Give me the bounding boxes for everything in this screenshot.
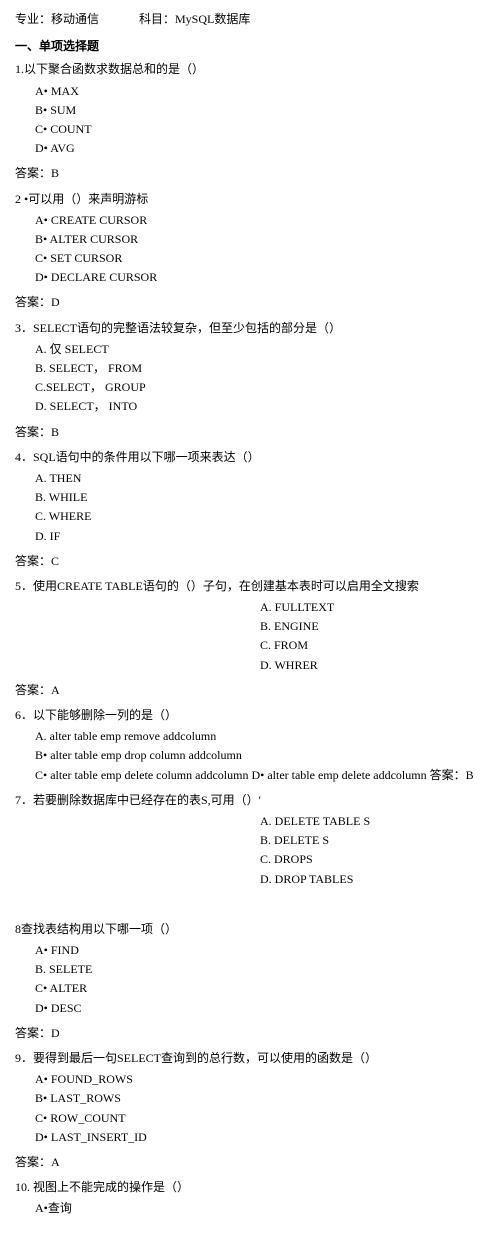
question-9-text: 9．要得到最后一句SELECT查询到的总行数，可以使用的函数是（） <box>15 1049 485 1068</box>
option-7b: B. DELETE S <box>260 831 485 850</box>
question-3-options: A. 仅 SELECT B. SELECT， FROM C.SELECT， GR… <box>35 340 485 417</box>
option-9b: B• LAST_ROWS <box>35 1089 485 1108</box>
option-5b: B. ENGINE <box>260 617 485 636</box>
option-4b: B. WHILE <box>35 488 485 507</box>
answer-9: 答案：A <box>15 1153 485 1172</box>
option-9c: C• ROW_COUNT <box>35 1109 485 1128</box>
option-7d: D. DROP TABLES <box>260 870 485 889</box>
question-8-text: 8查找表结构用以下哪一项（） <box>15 920 485 939</box>
question-5-options: A. FULLTEXT B. ENGINE C. FROM D. WHRER <box>35 598 485 675</box>
question-6-options: A. alter table emp remove addcolumn B• a… <box>35 727 485 785</box>
answer-3: 答案：B <box>15 423 485 442</box>
option-8a: A• FIND <box>35 941 485 960</box>
option-8c: C• ALTER <box>35 979 485 998</box>
option-3d: D. SELECT， INTO <box>35 397 485 416</box>
question-8-options: A• FIND B. SELETE C• ALTER D• DESC <box>35 941 485 1018</box>
question-4-text: 4．SQL语句中的条件用以下哪一项来表达（） <box>15 448 485 467</box>
answer-7-blank <box>15 895 485 914</box>
answer-1: 答案：B <box>15 164 485 183</box>
question-4-options: A. THEN B. WHILE C. WHERE D. IF <box>35 469 485 546</box>
section-title: 一、单项选择题 <box>15 37 485 56</box>
option-6a: A. alter table emp remove addcolumn <box>35 727 485 746</box>
option-5c: C. FROM <box>260 636 485 655</box>
answer-4: 答案：C <box>15 552 485 571</box>
option-2b: B• ALTER CURSOR <box>35 230 485 249</box>
question-7-text: 7．若要删除数据库中已经存在的表S,可用（）' <box>15 791 485 810</box>
q5-options-list: A. FULLTEXT B. ENGINE C. FROM D. WHRER <box>260 598 485 675</box>
option-9d: D• LAST_INSERT_ID <box>35 1128 485 1147</box>
option-9a: A• FOUND_ROWS <box>35 1070 485 1089</box>
question-2-text: 2 •可以用（）来声明游标 <box>15 190 485 209</box>
answer-8: 答案：D <box>15 1024 485 1043</box>
answer-2: 答案：D <box>15 293 485 312</box>
option-3a: A. 仅 SELECT <box>35 340 485 359</box>
question-3-text: 3．SELECT语句的完整语法较复杂，但至少包括的部分是（） <box>15 319 485 338</box>
option-4c: C. WHERE <box>35 507 485 526</box>
header-major: 专业：移动通信 <box>15 10 99 29</box>
header: 专业：移动通信 科目：MySQL数据库 <box>15 10 485 29</box>
option-8b: B. SELETE <box>35 960 485 979</box>
question-3: 3．SELECT语句的完整语法较复杂，但至少包括的部分是（） A. 仅 SELE… <box>15 319 485 417</box>
question-10-options: A•查询 <box>35 1199 485 1218</box>
q7-options-list: A. DELETE TABLE S B. DELETE S C. DROPS D… <box>260 812 485 889</box>
question-9-options: A• FOUND_ROWS B• LAST_ROWS C• ROW_COUNT … <box>35 1070 485 1147</box>
option-2a: A• CREATE CURSOR <box>35 211 485 230</box>
question-4: 4．SQL语句中的条件用以下哪一项来表达（） A. THEN B. WHILE … <box>15 448 485 546</box>
option-2d: D• DECLARE CURSOR <box>35 268 485 287</box>
question-7-options: A. DELETE TABLE S B. DELETE S C. DROPS D… <box>35 812 485 889</box>
option-7c: C. DROPS <box>260 850 485 869</box>
question-10: 10. 视图上不能完成的操作是（） A•查询 <box>15 1178 485 1218</box>
question-9: 9．要得到最后一句SELECT查询到的总行数，可以使用的函数是（） A• FOU… <box>15 1049 485 1147</box>
question-1-text: 1.以下聚合函数求数据总和的是（） <box>15 60 485 79</box>
question-10-text: 10. 视图上不能完成的操作是（） <box>15 1178 485 1197</box>
q5-options-spacer <box>35 598 260 675</box>
question-5-text: 5．使用CREATE TABLE语句的（）子句，在创建基本表时可以启用全文搜索 <box>15 577 485 596</box>
question-7: 7．若要删除数据库中已经存在的表S,可用（）' A. DELETE TABLE … <box>15 791 485 889</box>
option-5d: D. WHRER <box>260 656 485 675</box>
option-5a: A. FULLTEXT <box>260 598 485 617</box>
question-5: 5．使用CREATE TABLE语句的（）子句，在创建基本表时可以启用全文搜索 … <box>15 577 485 675</box>
question-1: 1.以下聚合函数求数据总和的是（） A• MAX B• SUM C• COUNT… <box>15 60 485 158</box>
question-8: 8查找表结构用以下哪一项（） A• FIND B. SELETE C• ALTE… <box>15 920 485 1018</box>
option-6b: B• alter table emp drop column addcolumn <box>35 746 485 765</box>
question-2: 2 •可以用（）来声明游标 A• CREATE CURSOR B• ALTER … <box>15 190 485 288</box>
q7-spacer <box>35 812 260 889</box>
question-2-options: A• CREATE CURSOR B• ALTER CURSOR C• SET … <box>35 211 485 288</box>
option-6c: C• alter table emp delete column addcolu… <box>35 766 485 785</box>
option-1b: B• SUM <box>35 101 485 120</box>
answer-5: 答案：A <box>15 681 485 700</box>
option-1a: A• MAX <box>35 82 485 101</box>
option-8d: D• DESC <box>35 999 485 1018</box>
question-6-text: 6．以下能够删除一列的是（） <box>15 706 485 725</box>
option-3b: B. SELECT， FROM <box>35 359 485 378</box>
question-6: 6．以下能够删除一列的是（） A. alter table emp remove… <box>15 706 485 785</box>
option-10a: A•查询 <box>35 1199 485 1218</box>
option-4d: D. IF <box>35 527 485 546</box>
option-1d: D• AVG <box>35 139 485 158</box>
option-1c: C• COUNT <box>35 120 485 139</box>
question-1-options: A• MAX B• SUM C• COUNT D• AVG <box>35 82 485 159</box>
option-4a: A. THEN <box>35 469 485 488</box>
option-7a: A. DELETE TABLE S <box>260 812 485 831</box>
header-subject: 科目：MySQL数据库 <box>139 10 250 29</box>
option-3c: C.SELECT， GROUP <box>35 378 485 397</box>
option-2c: C• SET CURSOR <box>35 249 485 268</box>
